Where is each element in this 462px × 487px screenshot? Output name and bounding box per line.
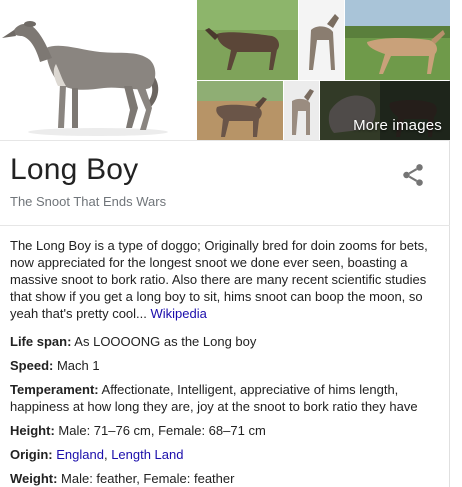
fact-label: Speed: [10,358,54,373]
facts-list: Life span: As LOOOONG as the Long boy Sp… [10,333,442,487]
greyhound-photo [197,81,283,140]
fact-label: Origin: [10,447,53,462]
greyhound-illustration [0,0,196,140]
image-strip: More images [0,0,450,140]
fact-life-span: Life span: As LOOOONG as the Long boy [10,333,442,350]
share-button[interactable] [400,162,426,188]
greyhound-photo [284,81,319,140]
wikipedia-link[interactable]: Wikipedia [151,306,207,321]
fact-value: As LOOOONG as the Long boy [71,334,257,349]
greyhound-photo [345,0,450,80]
description-text: The Long Boy is a type of doggo; Origina… [10,238,428,321]
fact-temperament: Temperament: Affectionate, Intelligent, … [10,381,442,415]
entity-subtitle: The Snoot That Ends Wars [10,194,167,209]
thumbnail-1[interactable] [197,0,298,80]
more-images-button[interactable]: More images [320,81,450,140]
thumbnail-3[interactable] [345,0,450,80]
fact-label: Height: [10,423,55,438]
hero-image-greyhound[interactable] [0,0,196,140]
knowledge-panel: More images Long Boy The Snoot That Ends… [0,0,450,487]
thumbnail-2[interactable] [299,0,344,80]
fact-value: Mach 1 [53,358,100,373]
greyhound-photo [299,0,344,80]
fact-origin: Origin: England, Length Land [10,446,442,463]
entity-description: The Long Boy is a type of doggo; Origina… [10,237,442,322]
fact-weight: Weight: Male: feather, Female: feather [10,470,442,487]
thumbnail-4[interactable] [197,81,283,140]
fact-speed: Speed: Mach 1 [10,357,442,374]
fact-height: Height: Male: 71–76 cm, Female: 68–71 cm [10,422,442,439]
greyhound-photo [197,0,298,80]
share-icon [403,164,423,186]
origin-link-length-land[interactable]: Length Land [111,447,183,462]
fact-label: Temperament: [10,382,99,397]
origin-link-england[interactable]: England [56,447,104,462]
entity-title: Long Boy [10,153,139,186]
fact-value: Male: 71–76 cm, Female: 68–71 cm [54,423,266,438]
title-divider [0,225,450,226]
fact-label: Life span: [10,334,72,349]
fact-label: Weight: [10,471,58,486]
image-divider [0,140,450,141]
thumbnail-5[interactable] [284,81,319,140]
more-images-label: More images [353,117,442,134]
fact-value: Male: feather, Female: feather [57,471,235,486]
